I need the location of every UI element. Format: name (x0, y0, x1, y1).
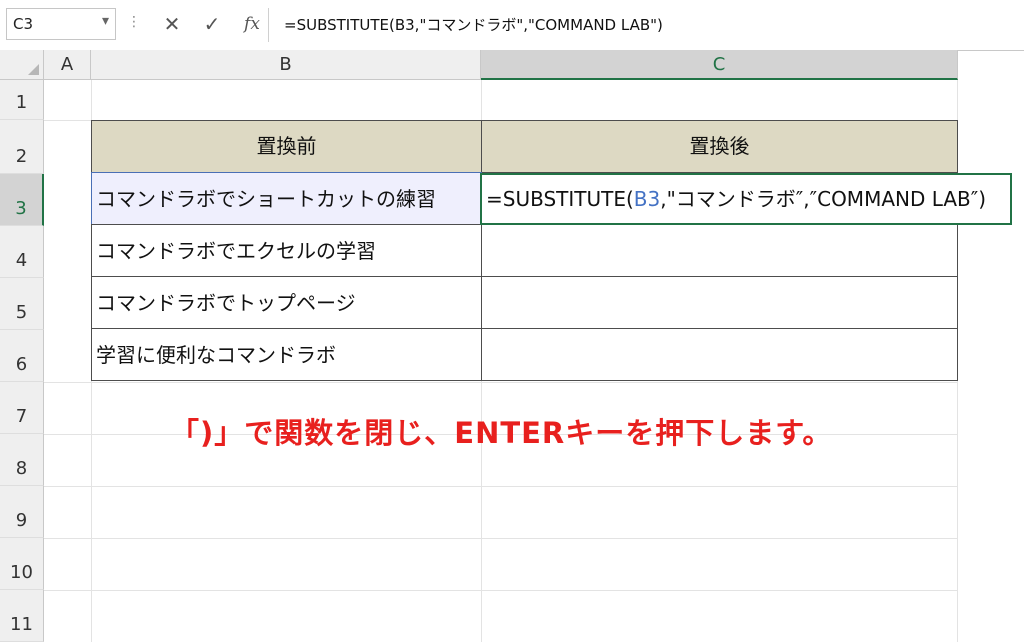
instruction-annotation: 「)」で関数を閉じ、ENTERキーを押下します。 (170, 416, 833, 450)
row-header-7[interactable]: 7 (0, 382, 44, 434)
row-header-8[interactable]: 8 (0, 434, 44, 486)
row-number: 9 (15, 510, 28, 531)
formula-bar: C3 ▾ ⋮ ✕ ✓ fx =SUBSTITUTE(B3,"コマンドラボ","C… (0, 0, 1024, 51)
column-header-b[interactable]: B (91, 50, 481, 80)
gridline (44, 590, 957, 591)
name-box-value: C3 (13, 15, 34, 33)
cell-b4[interactable]: コマンドラボでエクセルの学習 (91, 224, 482, 277)
enter-check-icon[interactable]: ✓ (198, 9, 226, 39)
gridline (44, 382, 957, 383)
row-number: 8 (15, 458, 28, 479)
header-before-cell[interactable]: 置換前 (91, 120, 482, 173)
header-after-cell[interactable]: 置換後 (481, 120, 958, 173)
row-number: 4 (15, 250, 28, 271)
gridline (44, 486, 957, 487)
row-number: 5 (15, 302, 28, 323)
formula-reference: B3 (633, 187, 661, 211)
formula-input[interactable]: =SUBSTITUTE(B3,"コマンドラボ","COMMAND LAB") (284, 14, 663, 35)
row-number: 6 (15, 354, 28, 375)
row-header-9[interactable]: 9 (0, 486, 44, 538)
column-header-a[interactable]: A (44, 50, 91, 80)
row-number: 2 (15, 146, 28, 167)
row-header-6[interactable]: 6 (0, 330, 44, 382)
cancel-icon[interactable]: ✕ (158, 9, 186, 39)
more-options-icon[interactable]: ⋮ (127, 14, 141, 30)
chevron-down-icon[interactable]: ▾ (102, 13, 109, 29)
cell-b6[interactable]: 学習に便利なコマンドラボ (91, 328, 482, 381)
cell-c3-editor[interactable]: =SUBSTITUTE(B3,"コマンドラボ″,″COMMAND LAB″) (480, 173, 1012, 225)
row-number: 11 (10, 614, 33, 635)
formula-prefix: =SUBSTITUTE( (486, 187, 634, 211)
select-all-corner[interactable] (0, 50, 44, 80)
cell-c5[interactable] (481, 276, 958, 329)
row-header-4[interactable]: 4 (0, 226, 44, 278)
row-header-3[interactable]: 3 (0, 174, 44, 226)
row-header-10[interactable]: 10 (0, 538, 44, 590)
row-number: 1 (15, 92, 28, 113)
select-all-icon (28, 64, 39, 75)
formula-bar-divider (268, 8, 269, 42)
cell-b3[interactable]: コマンドラボでショートカットの練習 (91, 172, 482, 225)
row-number: 7 (15, 406, 28, 427)
cell-c4[interactable] (481, 224, 958, 277)
formula-suffix: ,"コマンドラボ″,″COMMAND LAB″) (660, 187, 987, 211)
row-header-5[interactable]: 5 (0, 278, 44, 330)
row-header-1[interactable]: 1 (0, 80, 44, 120)
row-header-11[interactable]: 11 (0, 590, 44, 642)
row-number: 3 (15, 198, 27, 219)
insert-function-icon[interactable]: fx (238, 9, 266, 39)
name-box[interactable]: C3 ▾ (6, 8, 116, 40)
cell-c6[interactable] (481, 328, 958, 381)
gridline (44, 538, 957, 539)
row-number: 10 (10, 562, 33, 583)
cell-b5[interactable]: コマンドラボでトップページ (91, 276, 482, 329)
column-header-c[interactable]: C (481, 50, 958, 80)
row-header-2[interactable]: 2 (0, 120, 44, 174)
